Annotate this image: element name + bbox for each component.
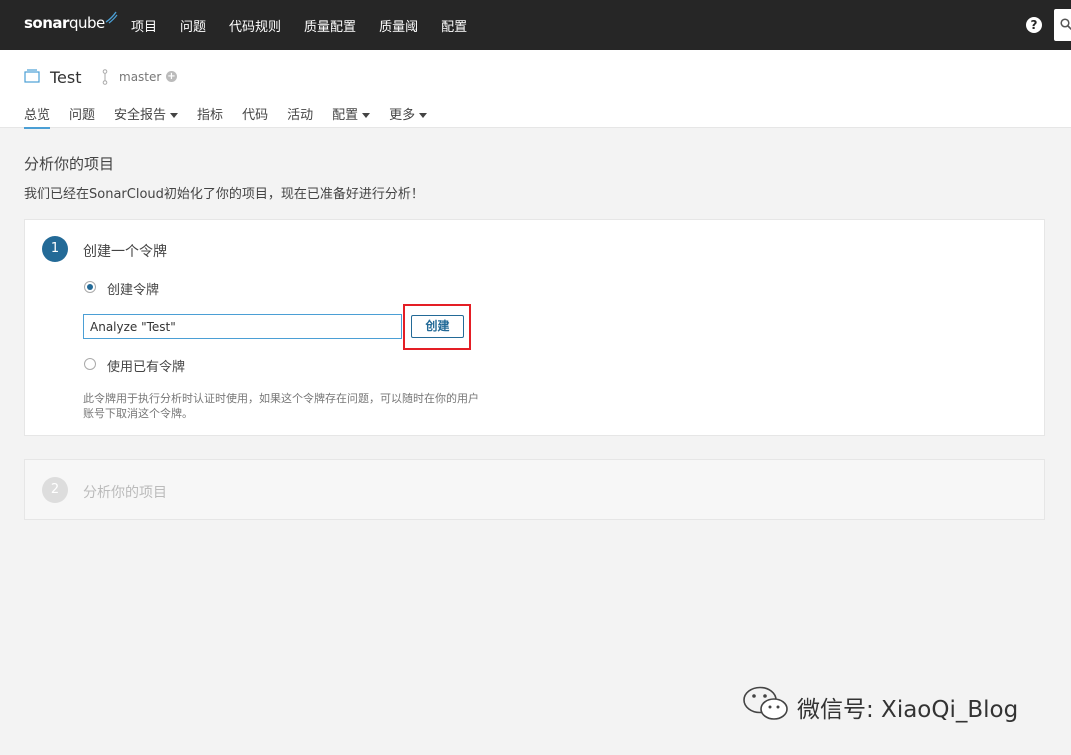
- nav-administration[interactable]: 配置: [441, 16, 467, 35]
- tab-label: 安全报告: [114, 108, 167, 123]
- tab-label: 代码: [242, 108, 269, 123]
- radio-create-token[interactable]: [84, 281, 96, 293]
- tab-issues[interactable]: 问题: [69, 104, 95, 129]
- step-title: 分析你的项目: [83, 485, 167, 501]
- tab-label: 指标: [197, 108, 224, 123]
- page-description: 我们已经在SonarCloud初始化了你的项目，现在已准备好进行分析！: [24, 187, 424, 202]
- step-number-badge: 1: [42, 236, 68, 262]
- help-icon[interactable]: ?: [1026, 17, 1042, 33]
- nav-issues[interactable]: 问题: [180, 16, 206, 35]
- wechat-icon: [743, 686, 788, 720]
- tab-label: 总览: [24, 108, 51, 123]
- project-tabs: 总览 问题 安全报告 指标 代码 活动 配置 更多: [24, 104, 446, 129]
- project-name[interactable]: Test: [50, 68, 82, 87]
- tab-overview[interactable]: 总览: [24, 104, 51, 129]
- tab-security-reports[interactable]: 安全报告: [114, 104, 179, 129]
- logo-text-bold: sonar: [24, 14, 69, 32]
- hint-line: 账号下取消这个令牌。: [83, 407, 193, 420]
- step-number-badge: 2: [42, 477, 68, 503]
- step-create-token-card: 1 创建一个令牌 创建令牌 创建 使用已有令牌 此令牌用于执行分析时认证时使用，…: [24, 219, 1045, 436]
- tab-activity[interactable]: 活动: [287, 104, 313, 129]
- nav-rules[interactable]: 代码规则: [229, 16, 281, 35]
- main-nav: 项目 问题 代码规则 质量配置 质量阈 配置: [131, 0, 490, 50]
- global-search-input[interactable]: [1054, 9, 1071, 41]
- nav-quality-profiles[interactable]: 质量配置: [304, 16, 356, 35]
- tab-administration[interactable]: 配置: [332, 104, 371, 129]
- logo-waves-icon: [105, 11, 118, 24]
- hint-line: 此令牌用于执行分析时认证时使用，如果这个令牌存在问题，可以随时在你的用户: [83, 392, 479, 405]
- add-branch-icon[interactable]: +: [166, 71, 177, 82]
- nav-quality-gates[interactable]: 质量阈: [379, 16, 418, 35]
- nav-projects[interactable]: 项目: [131, 16, 157, 35]
- tab-label: 配置: [332, 108, 359, 123]
- caret-down-icon: [170, 113, 179, 118]
- token-name-input[interactable]: [83, 314, 402, 339]
- tab-measures[interactable]: 指标: [197, 104, 223, 129]
- project-icon: [24, 69, 40, 83]
- tab-more[interactable]: 更多: [389, 104, 428, 129]
- step-analyze-project-card: 2 分析你的项目: [24, 459, 1045, 520]
- branch-icon: [102, 69, 108, 85]
- tab-label: 活动: [287, 108, 314, 123]
- caret-down-icon: [419, 113, 428, 118]
- radio-create-token-label[interactable]: 创建令牌: [107, 279, 159, 298]
- project-header: Test master + 总览 问题 安全报告 指标 代码 活动 配置 更多: [0, 50, 1071, 129]
- tab-code[interactable]: 代码: [242, 104, 268, 129]
- tab-label: 问题: [69, 108, 96, 123]
- branch-name[interactable]: master: [119, 70, 161, 84]
- logo-text-light: qube: [68, 14, 105, 32]
- page-title: 分析你的项目: [24, 155, 115, 173]
- tab-label: 更多: [389, 108, 416, 123]
- watermark-text: 微信号: XiaoQi_Blog: [797, 697, 1019, 723]
- sonarqube-logo[interactable]: sonarqube: [24, 11, 118, 32]
- step-title: 创建一个令牌: [83, 244, 167, 260]
- top-navbar: sonarqube 项目 问题 代码规则 质量配置 质量阈 配置 ?: [0, 0, 1071, 50]
- caret-down-icon: [362, 113, 371, 118]
- search-icon: [1060, 18, 1071, 30]
- radio-use-existing-token[interactable]: [84, 358, 96, 370]
- radio-use-existing-token-label[interactable]: 使用已有令牌: [107, 356, 185, 375]
- token-hint-text: 此令牌用于执行分析时认证时使用，如果这个令牌存在问题，可以随时在你的用户 账号下…: [83, 391, 553, 421]
- annotation-highlight-box: [403, 304, 471, 350]
